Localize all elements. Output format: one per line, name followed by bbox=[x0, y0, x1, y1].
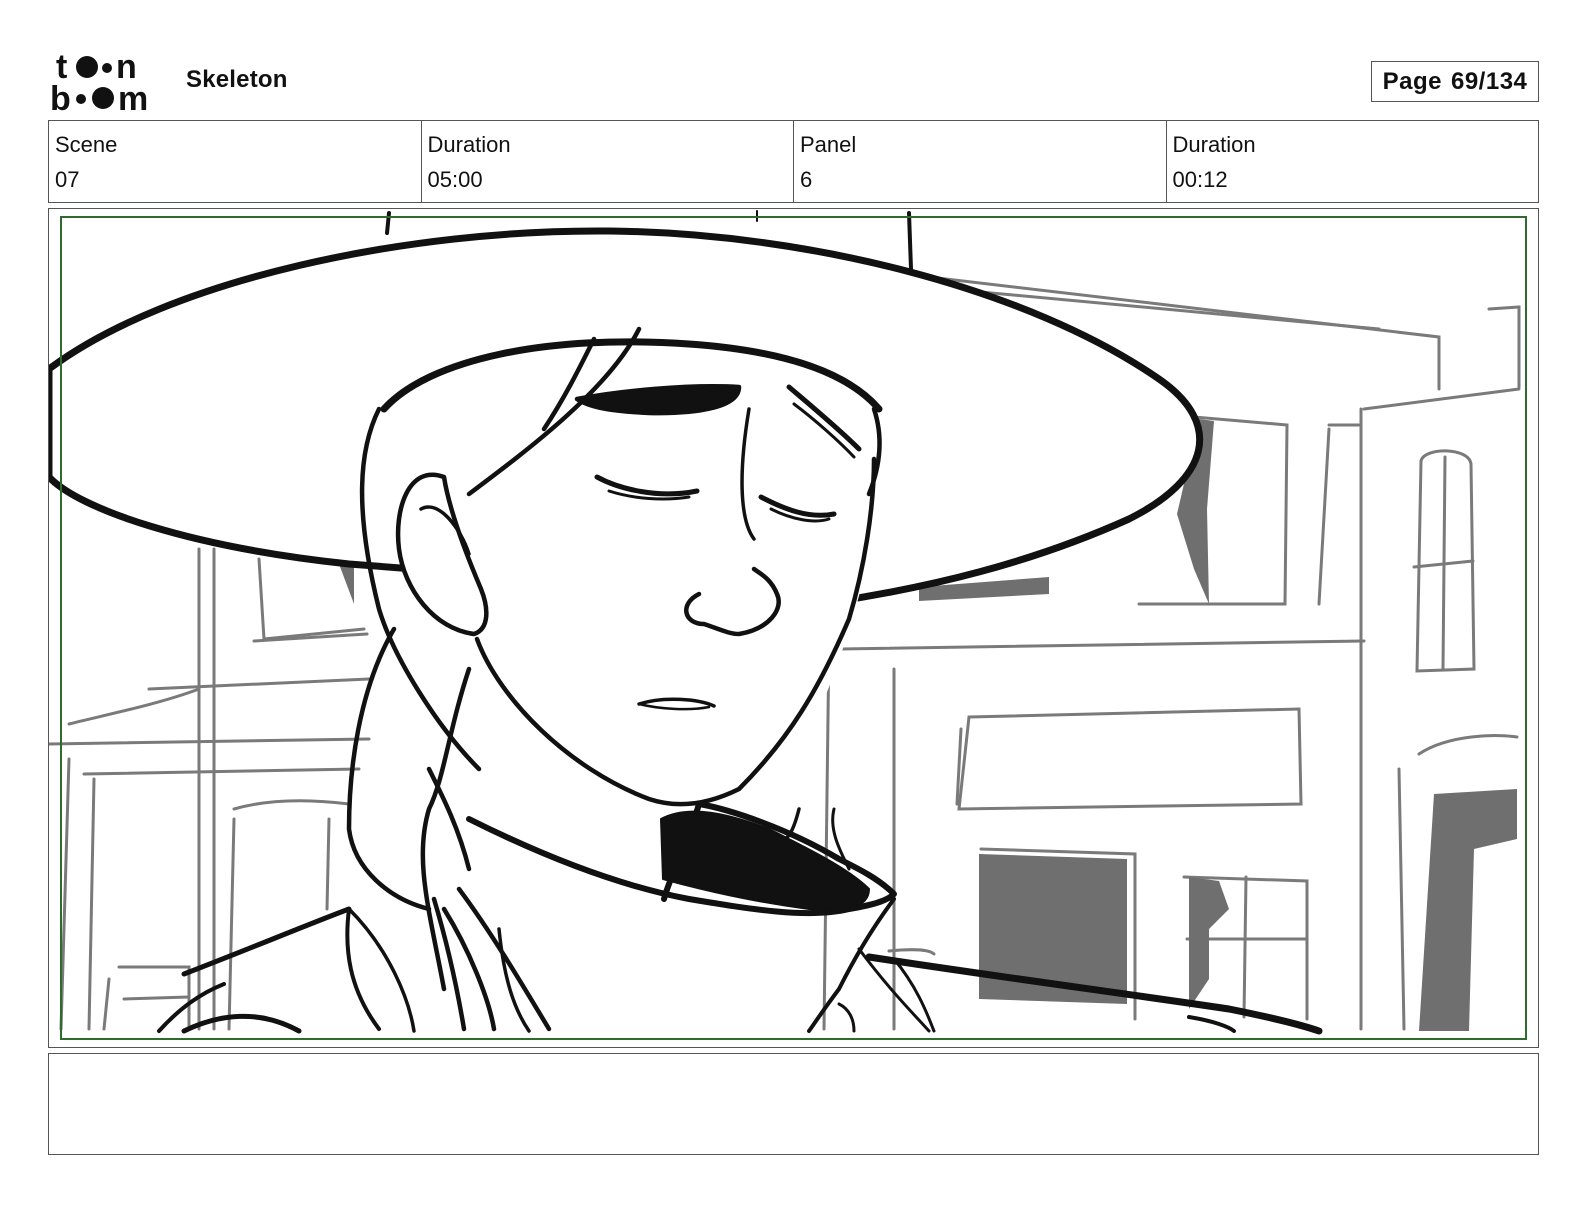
scene-value: 07 bbox=[55, 167, 80, 192]
panel-value: 6 bbox=[800, 167, 813, 192]
panel-label: Panel bbox=[800, 132, 857, 157]
character-head bbox=[346, 326, 883, 1032]
page-label: Page bbox=[1382, 67, 1442, 95]
toon-boom-logo: t n b m bbox=[50, 48, 166, 118]
scene-duration-cell: Duration 05:00 bbox=[422, 121, 794, 202]
panel-duration-cell: Duration 00:12 bbox=[1167, 121, 1539, 202]
panel-drawing bbox=[49, 210, 1521, 1035]
panel-notes-box bbox=[48, 1053, 1539, 1155]
storyboard-panel bbox=[48, 208, 1539, 1048]
svg-text:m: m bbox=[118, 80, 148, 112]
project-title: Skeleton bbox=[186, 66, 288, 93]
svg-text:b: b bbox=[50, 80, 71, 112]
character-collar bbox=[157, 801, 1323, 1035]
page-number: 69/134 bbox=[1450, 67, 1528, 95]
panel-duration-value: 00:12 bbox=[1172, 167, 1228, 192]
scene-label: Scene bbox=[55, 132, 118, 157]
toon-boom-logo-mark: t n b m bbox=[50, 48, 148, 118]
scene-duration-label: Duration bbox=[427, 132, 511, 157]
panel-duration-label: Duration bbox=[1172, 132, 1256, 157]
panel-cell: Panel 6 bbox=[794, 121, 1167, 202]
scene-duration-value: 05:00 bbox=[427, 167, 483, 192]
scene-cell: Scene 07 bbox=[49, 121, 422, 202]
scene-info-table: Scene 07 Duration 05:00 Panel 6 Duration… bbox=[48, 120, 1539, 203]
page-indicator: Page 69/134 bbox=[1371, 61, 1539, 102]
